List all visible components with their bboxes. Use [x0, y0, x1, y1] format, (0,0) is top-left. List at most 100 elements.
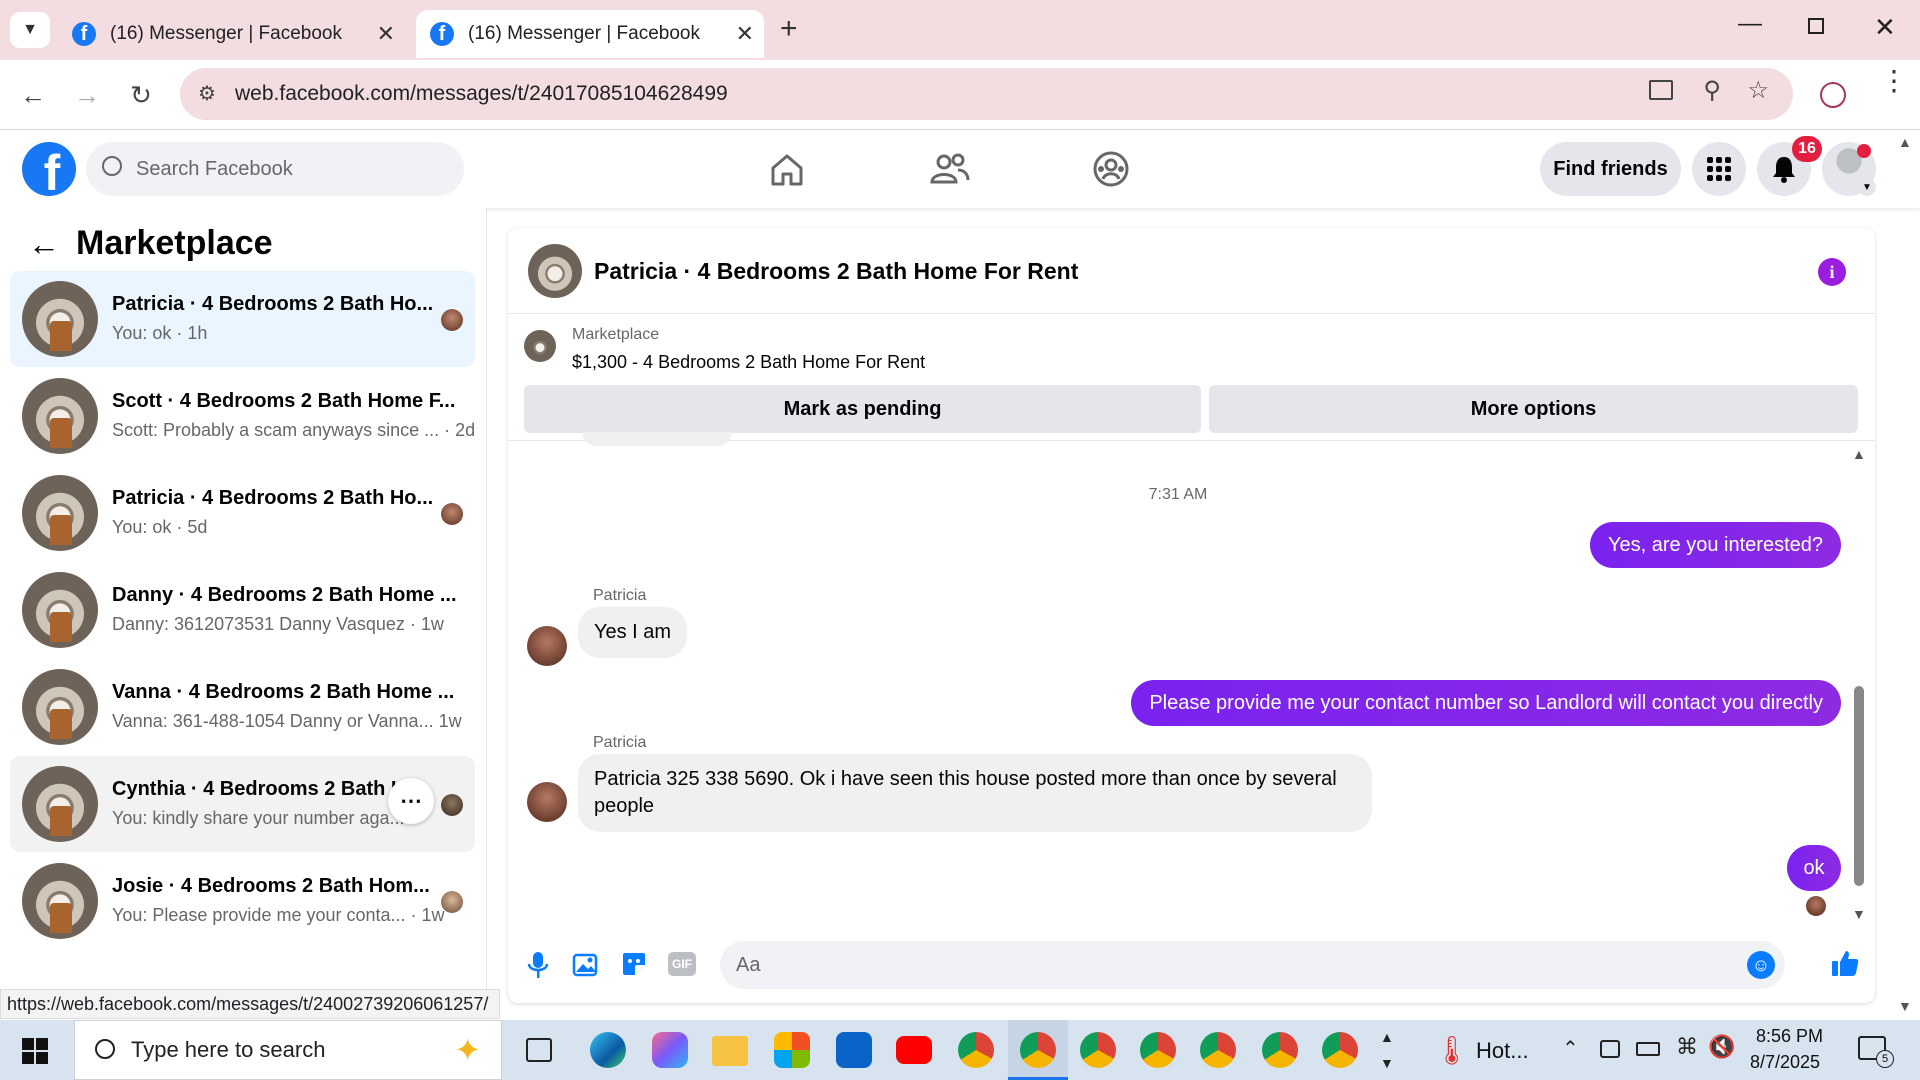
task-view-icon[interactable] [526, 1038, 552, 1062]
gif-icon[interactable]: GIF [668, 952, 696, 976]
file-explorer-icon[interactable] [712, 1036, 748, 1066]
outlook-icon[interactable] [836, 1032, 872, 1068]
listing-thumbnail [22, 669, 98, 745]
close-window-button[interactable]: ✕ [1874, 12, 1896, 43]
conversation-item[interactable]: Danny · 4 Bedrooms 2 Bath Home ... Danny… [10, 562, 475, 658]
facebook-logo-icon[interactable]: f [22, 142, 76, 196]
browser-menu-icon[interactable]: ⋮ [1880, 67, 1908, 95]
meet-now-icon[interactable] [1600, 1040, 1620, 1058]
conversation-item[interactable]: Patricia · 4 Bedrooms 2 Bath Ho... You: … [10, 465, 475, 561]
sender-avatar[interactable] [527, 626, 567, 666]
search-icon [102, 156, 122, 176]
mark-as-pending-button[interactable]: Mark as pending [524, 385, 1201, 433]
scroll-up-arrow[interactable]: ▲ [1852, 446, 1866, 462]
chat-header-title[interactable]: Patricia · 4 Bedrooms 2 Bath Home For Re… [594, 258, 1078, 285]
emoji-icon[interactable]: ☺ [1747, 951, 1775, 979]
chrome-icon[interactable] [1020, 1032, 1056, 1068]
new-tab-button[interactable]: + [780, 12, 798, 46]
conversation-item[interactable]: Josie · 4 Bedrooms 2 Bath Hom... You: Pl… [10, 853, 475, 949]
chat-header: Patricia · 4 Bedrooms 2 Bath Home For Re… [508, 228, 1875, 314]
more-options-button[interactable]: More options [1209, 385, 1858, 433]
forward-button[interactable]: → [68, 76, 106, 114]
battery-icon[interactable] [1636, 1042, 1660, 1056]
incoming-message[interactable]: Patricia 325 338 5690. Ok i have seen th… [578, 754, 1372, 832]
close-tab-icon[interactable]: ✕ [377, 21, 395, 47]
more-options-icon[interactable]: ⋯ [388, 778, 434, 824]
browser-tab-1[interactable]: f (16) Messenger | Facebook ✕ [60, 10, 405, 58]
tab-list-dropdown[interactable]: ▼ [10, 12, 50, 48]
clock-time[interactable]: 8:56 PM [1756, 1026, 1823, 1047]
microsoft-store-icon[interactable] [774, 1032, 810, 1068]
friends-icon[interactable] [928, 150, 970, 190]
outgoing-message[interactable]: Yes, are you interested? [1590, 522, 1841, 568]
back-arrow-icon[interactable]: ← [28, 226, 60, 263]
page-scroll-up-arrow[interactable]: ▲ [1898, 134, 1912, 150]
sticker-icon[interactable] [620, 950, 648, 978]
edge-icon[interactable] [590, 1032, 626, 1068]
youtube-icon[interactable] [896, 1036, 932, 1064]
scroll-down-arrow[interactable]: ▼ [1852, 906, 1866, 922]
volume-muted-icon[interactable]: 🔇 [1708, 1034, 1735, 1060]
profile-icon[interactable] [1820, 82, 1846, 108]
find-friends-button[interactable]: Find friends [1540, 142, 1681, 196]
message-list: 7:31 AM 7:31 AM Yes, are you interested?… [508, 432, 1875, 922]
home-icon[interactable] [767, 150, 807, 190]
windows-start-icon[interactable] [22, 1038, 48, 1064]
sender-avatar[interactable] [527, 782, 567, 822]
clock-date[interactable]: 8/7/2025 [1750, 1052, 1820, 1073]
info-icon[interactable]: i [1818, 258, 1846, 286]
conversation-title: Patricia · 4 Bedrooms 2 Bath Ho... [112, 487, 434, 509]
chrome-icon[interactable] [1140, 1032, 1176, 1068]
conversation-item[interactable]: Cynthia · 4 Bedrooms 2 Bath H You: kindl… [10, 756, 475, 852]
tray-chevron-up-icon[interactable]: ⌃ [1562, 1036, 1579, 1061]
listing-thumbnail [22, 378, 98, 454]
outgoing-message[interactable]: ok [1787, 845, 1841, 891]
chat-header-avatar[interactable] [528, 244, 582, 298]
url-text: web.facebook.com/messages/t/240170851046… [235, 82, 728, 105]
chrome-icon[interactable] [1080, 1032, 1116, 1068]
incoming-message[interactable]: Yes I am [578, 607, 688, 658]
groups-icon[interactable] [1090, 148, 1132, 190]
listing-thumbnail [22, 766, 98, 842]
outgoing-message[interactable]: Please provide me your contact number so… [1131, 680, 1841, 726]
listing-title[interactable]: $1,300 - 4 Bedrooms 2 Bath Home For Rent [572, 352, 925, 373]
message-sender: Patricia [593, 587, 647, 604]
conversation-item[interactable]: Scott · 4 Bedrooms 2 Bath Home F... Scot… [10, 368, 475, 464]
tab-title: (16) Messenger | Facebook [110, 23, 342, 44]
conversation-item[interactable]: Patricia · 4 Bedrooms 2 Bath Ho... You: … [10, 271, 475, 367]
message-input[interactable]: Aa ☺ [720, 941, 1785, 989]
wifi-icon[interactable]: ⌘ [1676, 1034, 1698, 1060]
chrome-icon[interactable] [958, 1032, 994, 1068]
install-app-icon[interactable] [1649, 80, 1673, 100]
weather-text[interactable]: Hot... [1476, 1038, 1529, 1064]
microphone-icon[interactable] [526, 950, 550, 980]
taskbar-overflow-arrows[interactable]: ▲ ▼ [1380, 1024, 1394, 1076]
scrollbar-thumb[interactable] [1854, 686, 1864, 886]
chrome-icon[interactable] [1262, 1032, 1298, 1068]
conversation-item[interactable]: Vanna · 4 Bedrooms 2 Bath Home ... Vanna… [10, 659, 475, 755]
chrome-icon[interactable] [1322, 1032, 1358, 1068]
site-info-icon[interactable]: ⚙ [198, 81, 216, 106]
grid-icon [1707, 157, 1731, 181]
listing-banner-thumbnail[interactable] [524, 330, 556, 362]
menu-grid-button[interactable] [1692, 142, 1746, 196]
search-input[interactable]: Search Facebook [86, 142, 464, 196]
facebook-header: f Search Facebook Find friends 16 ▼ [0, 130, 1920, 208]
taskbar-search-input[interactable]: Type here to search ✦ [74, 1020, 502, 1080]
zoom-icon[interactable]: ⚲ [1703, 76, 1721, 105]
back-button[interactable]: ← [14, 76, 52, 114]
browser-tab-2-active[interactable]: f (16) Messenger | Facebook ✕ [416, 10, 764, 58]
photo-icon[interactable] [572, 950, 600, 978]
reload-button[interactable]: ↻ [122, 76, 160, 114]
restore-window-button[interactable] [1808, 18, 1824, 34]
chrome-icon[interactable] [1200, 1032, 1236, 1068]
page-scroll-down-arrow[interactable]: ▼ [1898, 998, 1912, 1014]
partial-previous-message [582, 432, 732, 446]
minimize-window-button[interactable]: — [1738, 10, 1762, 38]
close-tab-icon[interactable]: ✕ [736, 21, 754, 47]
bookmark-star-icon[interactable]: ☆ [1747, 76, 1769, 105]
thermometer-icon[interactable]: 🌡 [1434, 1034, 1470, 1067]
thumbs-up-icon[interactable] [1830, 948, 1860, 978]
address-bar[interactable]: ⚙ web.facebook.com/messages/t/2401708510… [180, 68, 1793, 120]
copilot-icon[interactable] [652, 1032, 688, 1068]
